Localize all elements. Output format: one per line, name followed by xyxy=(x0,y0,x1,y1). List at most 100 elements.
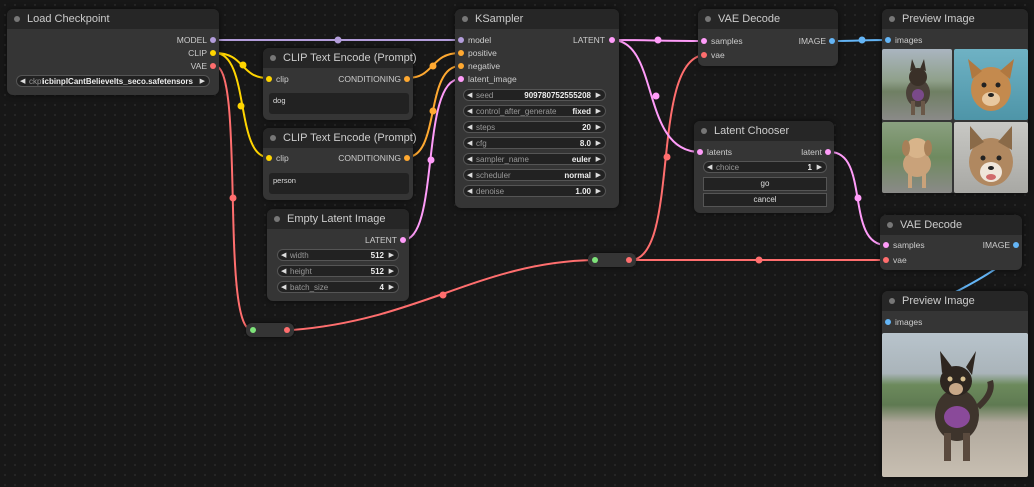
preview-image-node-1[interactable]: Preview Image images xyxy=(882,9,1028,193)
input-latent-image-socket[interactable] xyxy=(458,76,464,82)
output-clip-socket[interactable] xyxy=(210,50,216,56)
triangle-right-icon[interactable]: ▶ xyxy=(389,282,394,294)
input-images-socket[interactable] xyxy=(885,37,891,43)
output-image-socket[interactable] xyxy=(1013,242,1019,248)
cfg-widget[interactable]: ◀ cfg 8.0 ▶ xyxy=(463,137,606,149)
triangle-right-icon[interactable]: ▶ xyxy=(389,250,394,262)
triangle-left-icon[interactable]: ◀ xyxy=(467,122,472,134)
triangle-left-icon[interactable]: ◀ xyxy=(281,266,286,278)
triangle-right-icon[interactable]: ▶ xyxy=(817,162,822,174)
clip-text-encode-node-1[interactable]: CLIP Text Encode (Prompt) clip CONDITION… xyxy=(263,48,417,120)
dog-preview-large[interactable] xyxy=(882,333,1028,477)
input-clip-socket[interactable] xyxy=(266,76,272,82)
input-clip-socket[interactable] xyxy=(266,155,272,161)
input-images-socket[interactable] xyxy=(885,319,891,325)
triangle-left-icon[interactable]: ◀ xyxy=(467,186,472,198)
output-conditioning-socket[interactable] xyxy=(404,155,410,161)
triangle-right-icon[interactable]: ▶ xyxy=(596,90,601,102)
empty-latent-image-node[interactable]: Empty Latent Image LATENT ◀ width 512 ▶ … xyxy=(267,209,409,301)
output-latent-socket[interactable] xyxy=(825,149,831,155)
prompt-textarea[interactable]: dog xyxy=(269,93,409,114)
load-checkpoint-node[interactable]: Load Checkpoint MODEL CLIP VAE ◀ ckpt ic… xyxy=(7,9,219,95)
triangle-right-icon[interactable]: ▶ xyxy=(596,154,601,166)
height-widget[interactable]: ◀ height 512 ▶ xyxy=(277,265,399,277)
collapse-dot-icon[interactable] xyxy=(270,135,276,141)
output-image-socket[interactable] xyxy=(829,38,835,44)
cancel-button[interactable]: cancel xyxy=(703,193,827,207)
triangle-left-icon[interactable]: ◀ xyxy=(467,138,472,150)
reroute-output-socket[interactable] xyxy=(626,257,632,263)
vae-decode-node-2[interactable]: VAE Decode samples vae IMAGE xyxy=(880,215,1022,270)
triangle-left-icon[interactable]: ◀ xyxy=(281,250,286,262)
triangle-left-icon[interactable]: ◀ xyxy=(467,170,472,182)
collapse-dot-icon[interactable] xyxy=(14,16,20,22)
node-header[interactable]: Load Checkpoint xyxy=(7,9,219,29)
batch-size-widget[interactable]: ◀ batch_size 4 ▶ xyxy=(277,281,399,293)
output-latent-socket[interactable] xyxy=(609,37,615,43)
ckpt-name-combo[interactable]: ◀ ckpt icbinpICantBelieveIts_seco.safete… xyxy=(16,75,210,87)
control-after-generate-widget[interactable]: ◀ control_after_generate fixed ▶ xyxy=(463,105,606,117)
dog-thumbnail-4[interactable] xyxy=(954,122,1028,193)
node-header[interactable]: Preview Image xyxy=(882,9,1028,29)
preview-image-node-2[interactable]: Preview Image images xyxy=(882,291,1028,477)
dog-thumbnail-1[interactable] xyxy=(882,49,952,120)
steps-widget[interactable]: ◀ steps 20 ▶ xyxy=(463,121,606,133)
input-negative-socket[interactable] xyxy=(458,63,464,69)
node-header[interactable]: VAE Decode xyxy=(880,215,1022,235)
reroute-node-2[interactable] xyxy=(588,253,636,267)
output-conditioning-socket[interactable] xyxy=(404,76,410,82)
triangle-left-icon[interactable]: ◀ xyxy=(20,76,25,88)
latent-chooser-node[interactable]: Latent Chooser latents latent ◀ choice 1… xyxy=(694,121,834,213)
triangle-left-icon[interactable]: ◀ xyxy=(467,106,472,118)
prompt-textarea[interactable]: person xyxy=(269,173,409,194)
triangle-left-icon[interactable]: ◀ xyxy=(467,154,472,166)
collapse-dot-icon[interactable] xyxy=(270,55,276,61)
node-header[interactable]: Preview Image xyxy=(882,291,1028,311)
collapse-dot-icon[interactable] xyxy=(701,128,707,134)
node-header[interactable]: VAE Decode xyxy=(698,9,838,29)
ksampler-node[interactable]: KSampler model positive negative latent_… xyxy=(455,9,619,208)
collapse-dot-icon[interactable] xyxy=(462,16,468,22)
node-header[interactable]: KSampler xyxy=(455,9,619,29)
node-header[interactable]: Empty Latent Image xyxy=(267,209,409,229)
input-samples-socket[interactable] xyxy=(883,242,889,248)
input-samples-socket[interactable] xyxy=(701,38,707,44)
input-positive-socket[interactable] xyxy=(458,50,464,56)
width-widget[interactable]: ◀ width 512 ▶ xyxy=(277,249,399,261)
reroute-input-socket[interactable] xyxy=(592,257,598,263)
triangle-right-icon[interactable]: ▶ xyxy=(596,122,601,134)
triangle-right-icon[interactable]: ▶ xyxy=(596,138,601,150)
node-header[interactable]: CLIP Text Encode (Prompt) xyxy=(263,128,417,148)
vae-decode-node-1[interactable]: VAE Decode samples vae IMAGE xyxy=(698,9,838,66)
collapse-dot-icon[interactable] xyxy=(887,222,893,228)
collapse-dot-icon[interactable] xyxy=(274,216,280,222)
triangle-right-icon[interactable]: ▶ xyxy=(596,186,601,198)
choice-widget[interactable]: ◀ choice 1 ▶ xyxy=(703,161,827,173)
collapse-dot-icon[interactable] xyxy=(705,16,711,22)
seed-widget[interactable]: ◀ seed 909780752555208 ▶ xyxy=(463,89,606,101)
sampler-name-widget[interactable]: ◀ sampler_name euler ▶ xyxy=(463,153,606,165)
triangle-left-icon[interactable]: ◀ xyxy=(467,90,472,102)
triangle-right-icon[interactable]: ▶ xyxy=(200,76,205,88)
clip-text-encode-node-2[interactable]: CLIP Text Encode (Prompt) clip CONDITION… xyxy=(263,128,417,200)
input-model-socket[interactable] xyxy=(458,37,464,43)
triangle-right-icon[interactable]: ▶ xyxy=(596,106,601,118)
node-header[interactable]: Latent Chooser xyxy=(694,121,834,141)
triangle-right-icon[interactable]: ▶ xyxy=(389,266,394,278)
triangle-right-icon[interactable]: ▶ xyxy=(596,170,601,182)
output-vae-socket[interactable] xyxy=(210,63,216,69)
dog-thumbnail-2[interactable] xyxy=(954,49,1028,120)
reroute-input-socket[interactable] xyxy=(250,327,256,333)
collapse-dot-icon[interactable] xyxy=(889,16,895,22)
dog-thumbnail-3[interactable] xyxy=(882,122,952,193)
input-vae-socket[interactable] xyxy=(701,52,707,58)
node-header[interactable]: CLIP Text Encode (Prompt) xyxy=(263,48,417,68)
output-latent-socket[interactable] xyxy=(400,237,406,243)
input-vae-socket[interactable] xyxy=(883,257,889,263)
reroute-output-socket[interactable] xyxy=(284,327,290,333)
denoise-widget[interactable]: ◀ denoise 1.00 ▶ xyxy=(463,185,606,197)
output-model-socket[interactable] xyxy=(210,37,216,43)
scheduler-widget[interactable]: ◀ scheduler normal ▶ xyxy=(463,169,606,181)
reroute-node-1[interactable] xyxy=(246,323,294,337)
input-latents-socket[interactable] xyxy=(697,149,703,155)
